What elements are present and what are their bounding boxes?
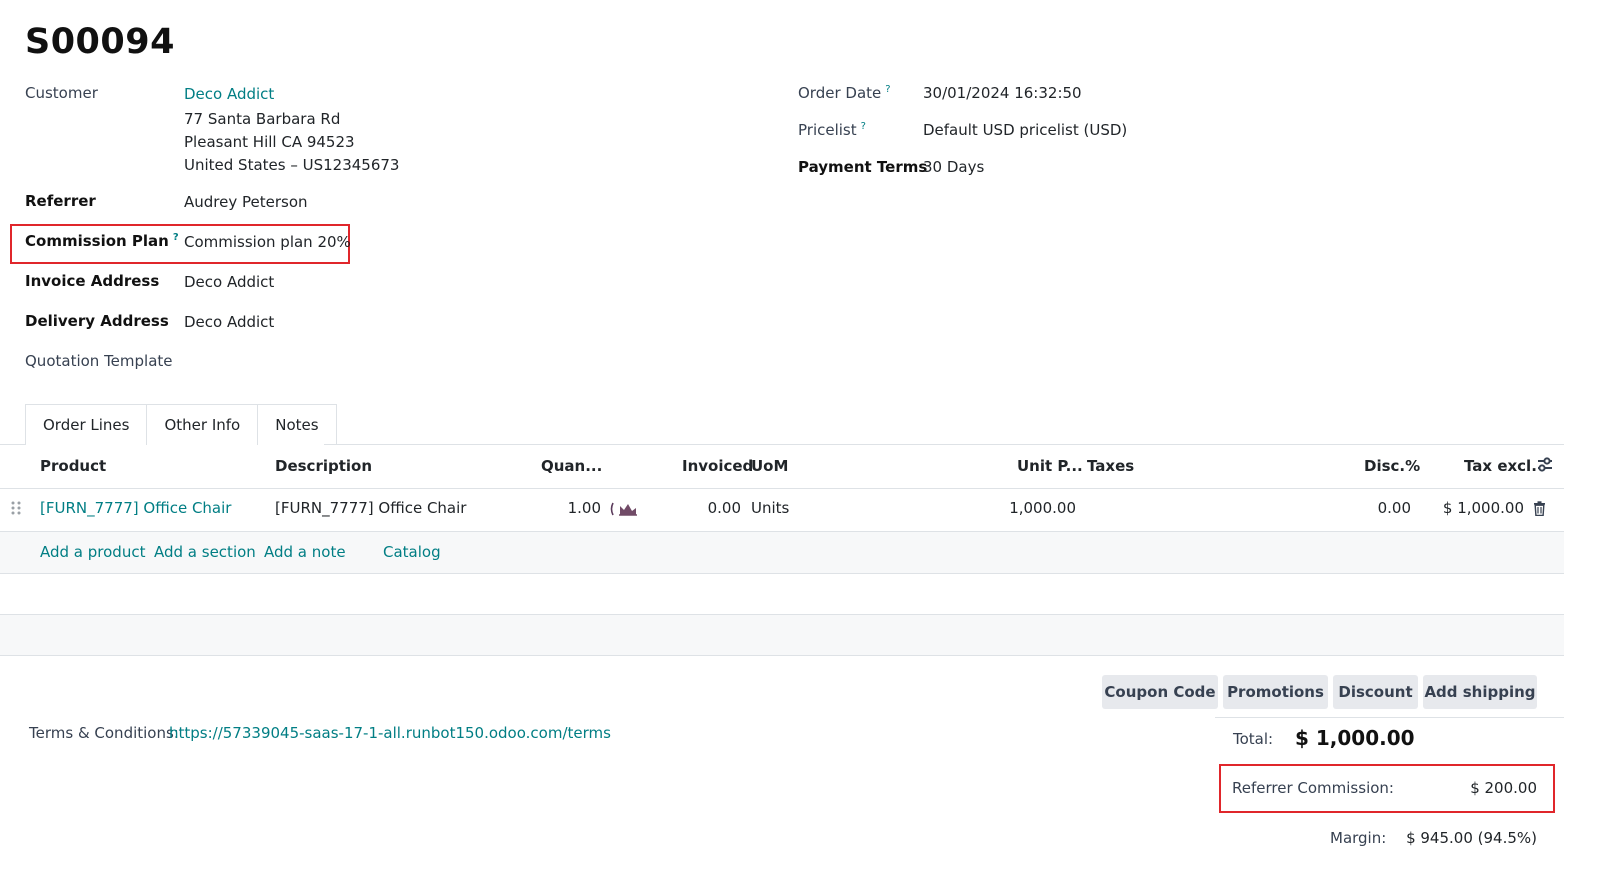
divider [0,444,25,445]
delivery-address-field[interactable]: Deco Addict [184,313,274,331]
table-footer-row [0,615,1564,655]
column-header-product[interactable]: Product [40,457,106,475]
quotation-template-label: Quotation Template [25,352,173,370]
margin-label: Margin: [1330,829,1387,847]
add-section-link[interactable]: Add a section [154,543,256,561]
referrer-label: Referrer [25,192,96,210]
row-product-link[interactable]: [FURN_7777] Office Chair [40,499,231,517]
order-date-field[interactable]: 30/01/2024 16:32:50 [923,84,1082,102]
row-quantity[interactable]: 1.00 [541,499,601,517]
divider [324,444,1564,445]
pricelist-field[interactable]: Default USD pricelist (USD) [923,121,1127,139]
catalog-link[interactable]: Catalog [383,543,441,561]
add-note-link[interactable]: Add a note [264,543,346,561]
column-header-discount[interactable]: Disc.% [1364,457,1420,475]
referrer-field[interactable]: Audrey Peterson [184,193,308,211]
column-header-invoiced[interactable]: Invoiced [682,457,753,475]
notebook-tabs: Order Lines Other Info Notes [25,404,337,445]
column-header-uom[interactable]: UoM [751,457,788,475]
terms-link[interactable]: https://57339045-saas-17-1-all.runbot150… [169,724,611,742]
total-value: $ 1,000.00 [1295,726,1415,750]
quotation-template-field[interactable] [184,352,484,372]
column-header-tax-excl[interactable]: Tax excl. [1464,457,1537,475]
add-product-link[interactable]: Add a product [40,543,145,561]
payment-terms-label: Payment Terms [798,158,928,176]
customer-link[interactable]: Deco Addict [184,85,274,103]
invoice-address-label: Invoice Address [25,272,160,290]
row-uom[interactable]: Units [751,499,789,517]
row-invoiced: 0.00 [707,499,741,517]
margin-value: $ 945.00 (94.5%) [1406,829,1537,847]
help-icon[interactable]: ? [861,121,866,132]
commission-plan-field[interactable]: Commission plan 20% [184,233,351,251]
divider [0,573,1564,574]
referrer-commission-value: $ 200.00 [1470,779,1537,797]
row-description[interactable]: [FURN_7777] Office Chair [275,499,466,517]
tab-other-info[interactable]: Other Info [146,404,259,445]
column-header-description[interactable]: Description [275,457,372,475]
trash-icon[interactable] [1533,501,1546,520]
delivery-address-label: Delivery Address [25,312,169,330]
customer-country: United States – US12345673 [184,156,400,174]
divider [0,488,1564,489]
promotions-button[interactable]: Promotions [1223,675,1328,709]
help-icon[interactable]: ? [885,84,890,95]
add-shipping-button[interactable]: Add shipping [1423,675,1537,709]
total-label: Total: [1233,730,1274,748]
customer-city: Pleasant Hill CA 94523 [184,133,355,151]
referrer-commission-label: Referrer Commission: [1232,779,1394,797]
column-header-quantity[interactable]: Quan... [541,457,602,475]
terms-label: Terms & Conditions: [29,724,179,742]
tab-order-lines[interactable]: Order Lines [25,404,148,445]
optional-columns-icon[interactable] [1536,456,1554,478]
column-header-unit-price[interactable]: Unit P... [1017,457,1083,475]
row-discount[interactable]: 0.00 [1350,499,1411,517]
drag-handle-icon[interactable] [10,500,22,520]
order-date-label: Order Date? [798,84,891,102]
discount-button[interactable]: Discount [1333,675,1418,709]
help-icon[interactable]: ? [173,232,179,243]
column-header-taxes[interactable]: Taxes [1087,457,1134,475]
customer-label: Customer [25,84,98,102]
forecast-chart-icon[interactable] [610,502,638,520]
page-title: S00094 [25,22,175,62]
row-subtotal: $ 1,000.00 [1442,499,1524,517]
payment-terms-field[interactable]: 30 Days [923,158,984,176]
divider [1215,717,1564,718]
pricelist-label: Pricelist? [798,121,866,139]
coupon-code-button[interactable]: Coupon Code [1102,675,1218,709]
commission-plan-label: Commission Plan? [25,232,179,250]
invoice-address-field[interactable]: Deco Addict [184,273,274,291]
tab-notes[interactable]: Notes [257,404,337,445]
row-unit-price[interactable]: 1,000.00 [1000,499,1076,517]
customer-street: 77 Santa Barbara Rd [184,110,341,128]
divider [0,655,1564,656]
